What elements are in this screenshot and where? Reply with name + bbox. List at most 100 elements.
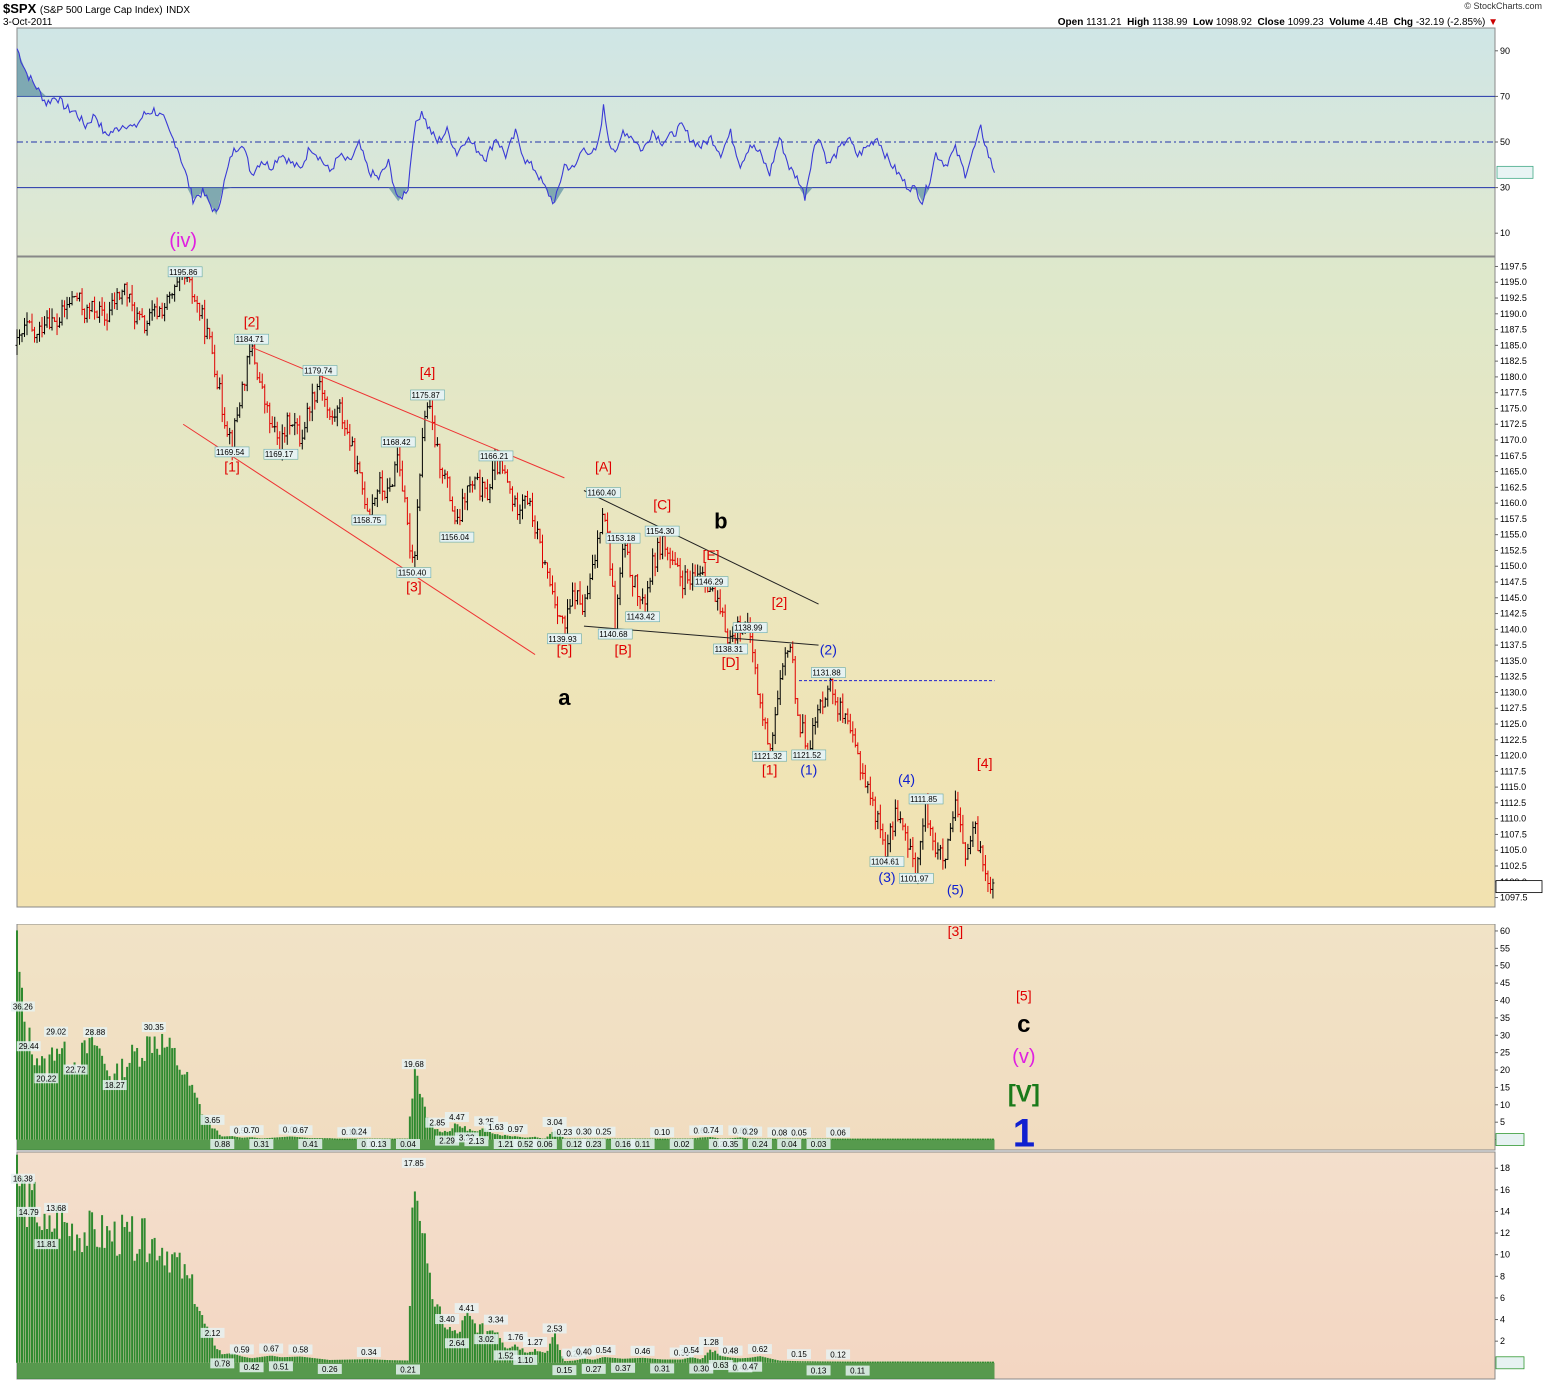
wave-label: [2] <box>244 313 260 329</box>
breadth-bar <box>836 1361 839 1363</box>
breadth-bar <box>766 1357 769 1363</box>
breadth-bar <box>824 1361 827 1363</box>
price-y-tick: 1155.0 <box>1500 530 1527 540</box>
price-y-tick: 1125.0 <box>1500 719 1527 729</box>
breadth-bar <box>118 1254 121 1363</box>
wave-label: [C] <box>653 496 671 512</box>
breadth-bar <box>296 1136 299 1140</box>
wave-label: b <box>714 508 727 533</box>
breadth-bar <box>193 1092 196 1140</box>
breadth-bar <box>53 1060 56 1140</box>
breadth-y-tick: 4 <box>1500 1315 1505 1325</box>
price-y-tick: 1185.0 <box>1500 340 1527 350</box>
breadth-bar <box>706 1352 709 1363</box>
breadth-bar <box>901 1361 904 1364</box>
price-label: 1131.88 <box>812 669 841 678</box>
breadth-bar <box>631 1358 634 1363</box>
breadth-bar <box>58 1238 61 1363</box>
price-label: 1156.04 <box>441 533 470 542</box>
price-label: 1175.87 <box>412 391 441 400</box>
breadth-bar <box>471 1319 474 1363</box>
breadth-bar <box>116 1255 119 1363</box>
breadth-value-label: 0.74 <box>703 1126 719 1135</box>
breadth-bar <box>281 1137 284 1140</box>
breadth-bar <box>183 1074 186 1140</box>
price-y-tick: 1135.0 <box>1500 656 1527 666</box>
breadth-bar <box>436 1304 439 1363</box>
breadth-bar <box>83 1040 86 1140</box>
breadth-bar <box>596 1358 599 1363</box>
wave-label: (3) <box>878 869 895 885</box>
breadth-bar <box>133 1051 136 1140</box>
breadth-value-label: 2.53 <box>547 1324 563 1333</box>
wave-label: [A] <box>595 459 612 475</box>
upv-dnv-panel <box>16 923 1496 1151</box>
breadth-bar <box>363 1359 366 1363</box>
price-label: 1195.86 <box>169 268 198 277</box>
breadth-value-label: 1.27 <box>527 1338 543 1347</box>
breadth-bar <box>781 1360 784 1363</box>
breadth-bar <box>671 1359 674 1363</box>
breadth-y-tick: 50 <box>1500 961 1510 971</box>
breadth-bar <box>148 1036 151 1140</box>
breadth-bar <box>111 1241 114 1363</box>
rsi-y-tick: 50 <box>1500 137 1510 147</box>
price-y-tick: 1102.5 <box>1500 861 1527 871</box>
breadth-bar <box>323 1359 326 1363</box>
breadth-bar <box>408 1305 411 1363</box>
breadth-value-label: 0.08 <box>772 1128 788 1137</box>
breadth-bar <box>383 1359 386 1363</box>
breadth-bar <box>493 1134 496 1140</box>
breadth-value-label: 36.26 <box>13 1002 34 1011</box>
breadth-bar <box>403 1360 406 1363</box>
breadth-value-label: 0.52 <box>518 1140 534 1149</box>
breadth-value-label: 22.72 <box>66 1066 87 1075</box>
price-y-tick: 1130.0 <box>1500 687 1527 697</box>
breadth-bar <box>16 930 18 1140</box>
breadth-bar <box>163 1265 166 1363</box>
breadth-bar <box>651 1358 654 1363</box>
breadth-bar <box>549 1343 552 1363</box>
breadth-bar <box>734 1357 737 1363</box>
breadth-bar <box>366 1359 369 1363</box>
breadth-value-label: 0.31 <box>654 1364 670 1373</box>
breadth-bar <box>896 1361 899 1363</box>
breadth-value-label: 0.97 <box>508 1125 524 1134</box>
breadth-bar <box>616 1358 619 1363</box>
breadth-y-tick: 5 <box>1500 1117 1505 1127</box>
breadth-bar <box>333 1359 336 1363</box>
breadth-bar <box>744 1137 747 1140</box>
breadth-y-tick: 12 <box>1500 1228 1510 1238</box>
breadth-bar <box>96 1246 99 1363</box>
breadth-last-value-box <box>1495 1133 1525 1146</box>
breadth-bar <box>376 1359 379 1363</box>
breadth-value-label: 1.76 <box>508 1333 524 1342</box>
breadth-value-label: 0.58 <box>293 1346 309 1355</box>
breadth-bar <box>346 1359 349 1363</box>
breadth-bar <box>273 1137 276 1140</box>
breadth-bar <box>816 1361 819 1363</box>
breadth-bar <box>41 1230 44 1363</box>
breadth-bar <box>116 1063 119 1140</box>
breadth-bar <box>146 1262 149 1363</box>
breadth-value-label: 0.47 <box>742 1363 758 1372</box>
breadth-bar <box>776 1360 779 1363</box>
breadth-bar <box>186 1275 189 1363</box>
breadth-bar <box>666 1359 669 1363</box>
breadth-bar <box>411 1207 414 1363</box>
breadth-value-label: 30.35 <box>144 1023 165 1032</box>
wave-label: [1] <box>762 761 778 777</box>
breadth-bar <box>328 1359 331 1363</box>
price-y-tick: 1120.0 <box>1500 751 1527 761</box>
price-y-tick: 1145.0 <box>1500 593 1527 603</box>
breadth-bar <box>539 1351 542 1363</box>
breadth-bar <box>51 1047 54 1140</box>
breadth-bar <box>136 1253 139 1363</box>
breadth-bar <box>806 1361 809 1363</box>
breadth-bar <box>396 1360 399 1363</box>
breadth-bar <box>891 1361 894 1363</box>
breadth-bar <box>128 1231 131 1363</box>
breadth-bar <box>791 1360 794 1363</box>
breadth-bar <box>581 1358 584 1363</box>
price-y-tick: 1132.5 <box>1500 672 1527 682</box>
